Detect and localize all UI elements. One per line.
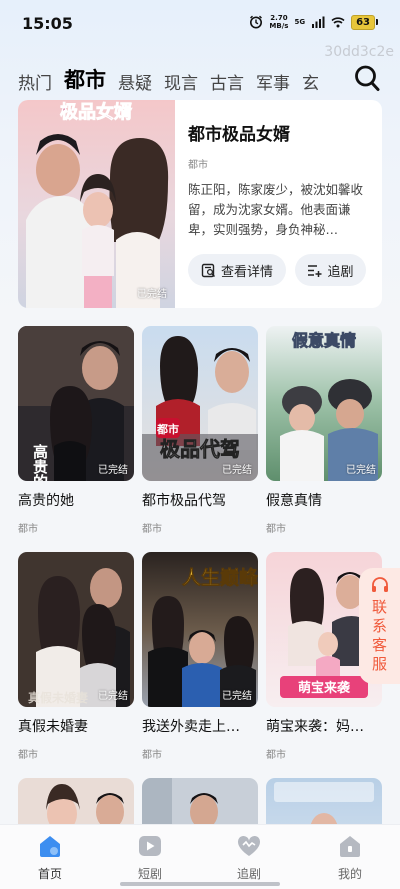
drama-poster-text: 高贵的她 bbox=[31, 443, 49, 481]
system-icons: 2.70 MB/s 5G 63 bbox=[249, 14, 378, 30]
follow-drama-button[interactable]: 追剧 bbox=[295, 254, 366, 286]
battery-tip bbox=[376, 19, 378, 25]
status-time: 15:05 bbox=[22, 14, 73, 33]
drama-poster[interactable]: 真假未婚妻 已完结 bbox=[18, 552, 134, 707]
profile-icon bbox=[340, 836, 360, 857]
drama-card[interactable]: 都市 极品代驾 已完结 都市极品代驾 都市 bbox=[142, 326, 258, 535]
featured-poster-text: 极品女婿 bbox=[60, 101, 132, 123]
net-speed-unit: MB/s bbox=[269, 22, 289, 30]
bottom-navigation: 首页 短剧 追剧 我的 bbox=[0, 824, 400, 889]
tab-ancient-romance[interactable]: 古言 bbox=[210, 69, 244, 94]
featured-genre: 都市 bbox=[188, 160, 208, 171]
featured-poster[interactable]: 极品女婿 已完结 bbox=[18, 100, 175, 308]
drama-poster-art: 真假未婚妻 bbox=[18, 552, 134, 707]
add-list-icon bbox=[308, 264, 322, 277]
tab-fantasy[interactable]: 玄 bbox=[302, 69, 319, 94]
home-icon bbox=[40, 836, 60, 857]
headset-icon bbox=[371, 577, 388, 592]
status-badge: 已完结 bbox=[98, 691, 128, 702]
drama-poster-text: 人生巅峰 bbox=[182, 566, 258, 589]
nav-profile[interactable]: 我的 bbox=[315, 833, 385, 882]
nav-short-drama[interactable]: 短剧 bbox=[115, 833, 185, 882]
tab-urban[interactable]: 都市 bbox=[64, 64, 106, 94]
drama-title[interactable]: 我送外卖走上… bbox=[142, 716, 258, 736]
drama-title[interactable]: 萌宝来袭：妈… bbox=[266, 716, 382, 736]
search-icon[interactable] bbox=[354, 64, 380, 92]
status-badge: 已完结 bbox=[98, 465, 128, 476]
featured-drama-card[interactable]: 极品女婿 已完结 都市极品女婿 都市 陈正阳，陈家废少，被沈如馨收留，成为沈家女… bbox=[18, 100, 382, 308]
drama-poster-text: 萌宝来袭 bbox=[298, 680, 351, 696]
drama-poster[interactable]: 人生巅峰 已完结 bbox=[142, 552, 258, 707]
tab-modern-romance[interactable]: 现言 bbox=[164, 69, 198, 94]
drama-title[interactable]: 假意真情 bbox=[266, 490, 382, 510]
drama-card[interactable]: 高贵的她 已完结 高贵的她 都市 bbox=[18, 326, 134, 535]
status-badge: 已完结 bbox=[222, 465, 252, 476]
featured-description: 陈正阳，陈家废少，被沈如馨收留，成为沈家女婿。他表面谦卑，实则强势，身负神秘… bbox=[188, 182, 364, 237]
nav-following-label: 追剧 bbox=[236, 867, 261, 881]
drama-genre: 都市 bbox=[266, 524, 286, 535]
drama-poster-art: 假意真情 bbox=[266, 326, 382, 481]
drama-genre: 都市 bbox=[142, 524, 162, 535]
drama-poster-text: 极品代驾 bbox=[160, 437, 240, 461]
nav-following[interactable]: 追剧 bbox=[214, 833, 284, 882]
drama-poster-art: 都市 极品代驾 bbox=[142, 326, 258, 481]
net-speed-value: 2.70 bbox=[270, 14, 288, 22]
drama-poster-text: 假意真情 bbox=[292, 331, 356, 350]
drama-title[interactable]: 高贵的她 bbox=[18, 490, 134, 510]
drama-poster-art: 高贵的她 bbox=[18, 326, 134, 481]
category-tabs: 热门 都市 悬疑 现言 古言 军事 玄 bbox=[18, 64, 319, 94]
wifi-icon bbox=[331, 17, 345, 28]
nav-short-drama-label: 短剧 bbox=[137, 867, 162, 881]
view-details-button[interactable]: 查看详情 bbox=[188, 254, 286, 286]
play-icon bbox=[139, 836, 161, 856]
alarm-icon bbox=[250, 15, 263, 29]
featured-status-badge: 已完结 bbox=[137, 289, 167, 300]
status-bar: 15:05 2.70 MB/s 5G 63 bbox=[0, 0, 400, 48]
drama-poster-art: 人生巅峰 bbox=[142, 552, 258, 707]
nav-home-label: 首页 bbox=[37, 867, 62, 881]
featured-title[interactable]: 都市极品女婿 bbox=[188, 120, 290, 145]
details-icon bbox=[201, 263, 215, 277]
drama-poster[interactable]: 高贵的她 已完结 bbox=[18, 326, 134, 481]
home-indicator[interactable] bbox=[120, 882, 280, 886]
follow-label: 追剧 bbox=[327, 264, 354, 280]
status-badge: 已完结 bbox=[346, 465, 376, 476]
customer-service-label: 联系客服 bbox=[371, 598, 387, 673]
drama-genre: 都市 bbox=[18, 524, 38, 535]
drama-genre: 都市 bbox=[18, 750, 38, 761]
battery-indicator: 63 bbox=[351, 14, 378, 30]
signal-bars-icon bbox=[312, 16, 325, 28]
battery-level: 63 bbox=[351, 14, 375, 30]
watermark: 30dd3c2e bbox=[324, 44, 394, 60]
signal-label: 5G bbox=[294, 18, 306, 26]
drama-poster-tag: 都市 bbox=[156, 422, 179, 436]
drama-genre: 都市 bbox=[142, 750, 162, 761]
view-details-label: 查看详情 bbox=[220, 264, 273, 280]
nav-profile-label: 我的 bbox=[337, 867, 362, 881]
drama-poster-text: 真假未婚妻 bbox=[28, 690, 88, 705]
drama-genre: 都市 bbox=[266, 750, 286, 761]
tab-suspense[interactable]: 悬疑 bbox=[118, 69, 152, 94]
drama-card[interactable]: 真假未婚妻 已完结 真假未婚妻 都市 bbox=[18, 552, 134, 761]
drama-card[interactable]: 人生巅峰 已完结 我送外卖走上… 都市 bbox=[142, 552, 258, 761]
featured-poster-art: 极品女婿 bbox=[18, 100, 175, 308]
nav-home[interactable]: 首页 bbox=[15, 833, 85, 882]
drama-title[interactable]: 都市极品代驾 bbox=[142, 490, 258, 510]
customer-service-button[interactable]: 联系客服 bbox=[359, 568, 400, 684]
drama-poster[interactable]: 都市 极品代驾 已完结 bbox=[142, 326, 258, 481]
tab-military[interactable]: 军事 bbox=[256, 69, 290, 94]
heart-icon bbox=[237, 835, 261, 856]
drama-poster[interactable]: 假意真情 已完结 bbox=[266, 326, 382, 481]
drama-card[interactable]: 假意真情 已完结 假意真情 都市 bbox=[266, 326, 382, 535]
status-badge: 已完结 bbox=[222, 691, 252, 702]
network-speed: 2.70 MB/s bbox=[269, 14, 288, 30]
drama-title[interactable]: 真假未婚妻 bbox=[18, 716, 134, 736]
tab-hot[interactable]: 热门 bbox=[18, 69, 52, 94]
